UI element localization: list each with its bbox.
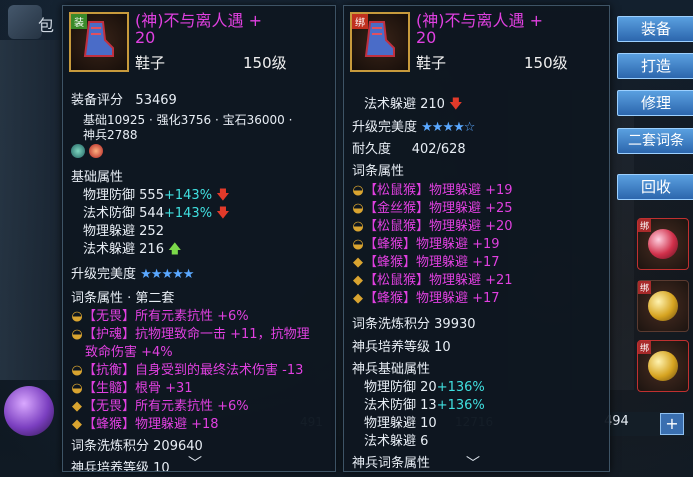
shenbing-attr: 法术躲避 6 xyxy=(364,434,429,449)
swirl-icon: ◒ xyxy=(352,219,364,234)
score-row: 装备评分 53469 xyxy=(71,93,177,108)
gem-row xyxy=(71,143,107,158)
swirl-icon: ◒ xyxy=(71,327,83,342)
affix-row: ◒【生髓】根骨 +31 xyxy=(71,381,193,396)
item-name: (神)不与离人遇 + 20 xyxy=(416,11,543,47)
durability-row: 耐久度 402/628 xyxy=(352,142,466,157)
affix-title: 词条属性 · 第二套 xyxy=(71,291,175,306)
wash-row: 词条洗炼积分 209640 xyxy=(71,439,203,454)
affix-row: ◒【无畏】所有元素抗性 +6% xyxy=(71,309,249,324)
equip-button[interactable]: 装备 xyxy=(617,16,693,42)
affix-row: ◆【蜂猴】物理躲避 +18 xyxy=(72,417,219,432)
item-level: 150级 xyxy=(524,54,568,72)
compare-item-tooltip: 绑 (神)不与离人遇 + 20 鞋子 150级 法术躲避 210 🡇 升级完美度… xyxy=(343,5,610,472)
affix-row: ◒【松鼠猴】物理躲避 +20 xyxy=(352,219,513,234)
affix-row: ◒【金丝猴】物理躲避 +25 xyxy=(352,201,513,216)
gold-gem-icon xyxy=(648,291,678,321)
star-rating: ★★★★★ xyxy=(140,267,194,282)
shenbing-attr: 物理躲避 10 xyxy=(364,416,437,431)
inventory-slot[interactable]: 绑 xyxy=(637,280,689,332)
shenbing-affix-title: 神兵词条属性 xyxy=(352,456,431,471)
swirl-icon: ◒ xyxy=(71,381,83,396)
rose-gem-icon xyxy=(648,229,678,259)
base-attr: 物理躲避 252 xyxy=(83,224,164,239)
affix-row: ◒【护魂】抗物理致命一击 +11，抗物理 xyxy=(71,327,310,342)
affix-row: ◆【无畏】所有元素抗性 +6% xyxy=(72,399,249,414)
repair-button[interactable]: 修理 xyxy=(617,90,693,116)
item-type: 鞋子 xyxy=(135,54,166,72)
affix-title: 词条属性 xyxy=(352,164,405,179)
arrow-down-icon: 🡇 xyxy=(216,206,230,221)
perfect-row: 升级完美度 ★★★★★ xyxy=(71,267,194,282)
swirl-icon: ◒ xyxy=(71,363,83,378)
arrow-down-icon: 🡇 xyxy=(449,97,463,112)
scroll-down-icon[interactable]: ﹀ xyxy=(466,453,480,471)
gem-icon xyxy=(71,143,85,158)
item-icon-frame: 装 xyxy=(69,12,129,72)
gem-icon xyxy=(89,143,103,158)
item-type: 鞋子 xyxy=(416,54,447,72)
score-detail: 神兵2788 xyxy=(83,128,138,142)
gold-gem-icon xyxy=(648,351,678,381)
affix-row: ◒【松鼠猴】物理躲避 +19 xyxy=(352,183,513,198)
bound-badge: 绑 xyxy=(352,14,368,29)
affix-row: ◒【蜂猴】物理躲避 +19 xyxy=(352,237,500,252)
star-rating: ★★★★☆ xyxy=(421,120,475,135)
inventory-slot[interactable]: 绑 xyxy=(637,218,689,270)
scroll-down-icon[interactable]: ﹀ xyxy=(188,453,202,471)
affix-row: ◒【抗衡】自身受到的最终法术伤害 -13 xyxy=(71,363,304,378)
diamond-icon: ◆ xyxy=(353,255,363,270)
arrow-up-icon: 🡅 xyxy=(168,242,182,257)
swirl-icon: ◒ xyxy=(71,309,83,324)
diamond-icon: ◆ xyxy=(72,417,82,432)
base-attr-title: 基础属性 xyxy=(71,170,124,185)
shenbing-row: 神兵培养等级 10 xyxy=(71,461,170,472)
affix-row: 致命伤害 +4% xyxy=(85,345,173,360)
recycle-button[interactable]: 回收 xyxy=(617,174,693,200)
diamond-icon: ◆ xyxy=(72,399,82,414)
item-icon-frame: 绑 xyxy=(350,12,410,72)
base-attr: 法术躲避 210 🡇 xyxy=(364,97,463,112)
perfect-row: 升级完美度 ★★★★☆ xyxy=(352,120,475,135)
affix-row: ◆【蜂猴】物理躲避 +17 xyxy=(353,291,500,306)
equipped-item-tooltip: 装 (神)不与离人遇 + 20 鞋子 150级 装备评分 53469 基础109… xyxy=(62,5,336,472)
affix-row: ◆【蜂猴】物理躲避 +17 xyxy=(353,255,500,270)
swirl-icon: ◒ xyxy=(352,201,364,216)
second-affix-button[interactable]: 二套词条 xyxy=(617,128,693,154)
add-button[interactable]: + xyxy=(660,413,684,435)
shenbing-attr: 物理防御 20+136% xyxy=(364,380,485,395)
wash-row: 词条洗炼积分 39930 xyxy=(352,317,476,332)
shenbing-level: 神兵培养等级 10 xyxy=(352,340,451,355)
purple-pouch-icon[interactable] xyxy=(4,386,54,436)
affix-row: ◆【松鼠猴】物理躲避 +21 xyxy=(353,273,513,288)
shenbing-base-title: 神兵基础属性 xyxy=(352,362,431,377)
diamond-icon: ◆ xyxy=(353,291,363,306)
base-attr: 法术躲避 216 🡅 xyxy=(83,242,182,257)
bag-icon xyxy=(8,5,42,39)
item-name: (神)不与离人遇 + 20 xyxy=(135,11,262,47)
item-level: 150级 xyxy=(243,54,287,72)
forge-button[interactable]: 打造 xyxy=(617,53,693,79)
inventory-slot[interactable]: 绑 xyxy=(637,340,689,392)
swirl-icon: ◒ xyxy=(352,237,364,252)
arrow-down-icon: 🡇 xyxy=(216,188,230,203)
equipped-badge: 装 xyxy=(71,14,87,29)
bag-title: 包 xyxy=(38,16,63,35)
diamond-icon: ◆ xyxy=(353,273,363,288)
background-book xyxy=(0,40,62,380)
shenbing-attr: 法术防御 13+136% xyxy=(364,398,485,413)
swirl-icon: ◒ xyxy=(352,183,364,198)
